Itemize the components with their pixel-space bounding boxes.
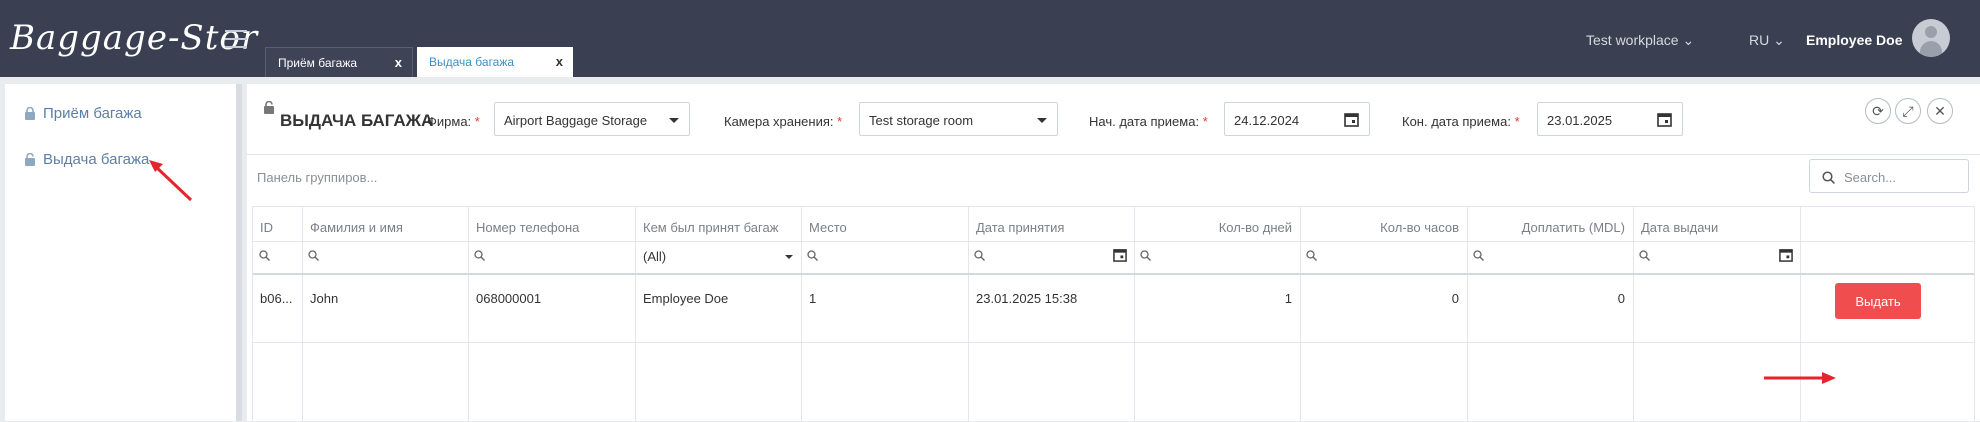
app-logo[interactable]: Baggage-Stor — [10, 18, 258, 58]
column-header-issue-date[interactable]: Дата выдачи — [1641, 220, 1718, 235]
search-icon — [1639, 250, 1650, 261]
sidebar-item-label: Приём багажа — [43, 105, 142, 122]
column-header-days[interactable]: Кол-во дней — [1142, 220, 1292, 235]
main-panel: ВЫДАЧА БАГАЖА Фирма: * Airport Baggage S… — [247, 84, 1980, 422]
search-icon — [259, 250, 270, 261]
firm-select[interactable]: Airport Baggage Storage — [494, 102, 690, 136]
annotation-arrow-icon — [1764, 372, 1836, 384]
tab-baggage-reception[interactable]: Приём багажа x — [265, 47, 413, 77]
search-icon — [807, 250, 818, 261]
issue-button[interactable]: Выдать — [1835, 283, 1921, 319]
search-icon — [974, 250, 985, 261]
firm-label: Фирма: * — [427, 114, 480, 129]
top-bar: Baggage-Stor Приём багажа x Выдача багаж… — [0, 0, 1980, 77]
user-name[interactable]: Employee Doe — [1806, 32, 1902, 48]
close-icon[interactable]: x — [556, 54, 563, 69]
tab-label: Выдача багажа — [429, 55, 515, 69]
close-icon[interactable]: x — [395, 55, 402, 70]
column-header-hours[interactable]: Кол-во часов — [1308, 220, 1459, 235]
chevron-down-icon — [785, 255, 793, 259]
calendar-icon[interactable] — [1657, 112, 1672, 127]
language-dropdown[interactable]: RU ⌄ — [1749, 32, 1785, 49]
search-icon — [1306, 250, 1317, 261]
cell-surcharge: 0 — [1617, 291, 1625, 306]
tab-label: Приём багажа — [278, 56, 358, 70]
column-header-accepted-date[interactable]: Дата принятия — [976, 220, 1064, 235]
cell-phone: 068000001 — [476, 291, 542, 306]
column-header-phone[interactable]: Номер телефона — [476, 220, 579, 235]
column-header-accepted-by[interactable]: Кем был принят багаж — [643, 220, 778, 235]
tab-baggage-issue[interactable]: Выдача багажа x — [417, 47, 573, 77]
storage-label: Камера хранения: * — [724, 114, 843, 129]
avatar[interactable] — [1912, 19, 1950, 57]
calendar-icon[interactable] — [1779, 248, 1793, 262]
sidebar-item-label: Выдача багажа — [43, 151, 150, 168]
search-icon — [308, 250, 319, 261]
sidebar-item-baggage-issue[interactable]: Выдача багажа — [25, 151, 149, 170]
search-icon — [1140, 250, 1151, 261]
sidebar: Приём багажа Выдача багажа — [5, 84, 241, 421]
start-date-field[interactable]: 24.12.2024 — [1224, 102, 1370, 136]
end-date-label: Кон. дата приема: * — [1402, 114, 1520, 129]
search-input[interactable]: Search... — [1809, 159, 1969, 193]
toolbar-divider — [247, 154, 1980, 155]
column-header-name[interactable]: Фамилия и имя — [310, 220, 403, 235]
search-icon — [1473, 250, 1484, 261]
cell-place: 1 — [809, 291, 817, 306]
cell-days: 1 — [1284, 291, 1292, 306]
cell-name: John — [310, 291, 339, 306]
group-panel[interactable]: Панель группиров... — [257, 170, 377, 185]
column-header-id[interactable]: ID — [260, 220, 273, 235]
cell-id: b06... — [260, 291, 293, 306]
data-grid: ID Фамилия и имя Номер телефона Кем был … — [252, 206, 1975, 422]
expand-button[interactable]: ⤢ — [1895, 98, 1921, 124]
storage-select[interactable]: Test storage room — [859, 102, 1058, 136]
search-icon — [1822, 171, 1835, 184]
annotation-arrow-icon — [149, 160, 193, 202]
start-date-label: Нач. дата приема: * — [1089, 114, 1208, 129]
hamburger-menu-icon[interactable] — [225, 30, 247, 48]
cell-hours: 0 — [1451, 291, 1459, 306]
sidebar-item-baggage-reception[interactable]: Приём багажа — [25, 105, 142, 124]
filter-accepted-by-select[interactable]: (All) — [643, 249, 666, 264]
calendar-icon[interactable] — [1344, 112, 1359, 127]
search-icon — [474, 250, 485, 261]
chevron-down-icon — [1037, 118, 1047, 123]
column-header-surcharge[interactable]: Доплатить (MDL) — [1475, 220, 1625, 235]
column-header-place[interactable]: Место — [809, 220, 847, 235]
cell-accepted-by: Employee Doe — [643, 291, 729, 306]
unlock-icon — [25, 152, 35, 170]
end-date-field[interactable]: 23.01.2025 — [1537, 102, 1683, 136]
lock-icon — [25, 106, 35, 124]
calendar-icon[interactable] — [1113, 248, 1127, 262]
cell-accepted-date: 23.01.2025 15:38 — [976, 291, 1078, 306]
close-panel-button[interactable]: ✕ — [1927, 98, 1953, 124]
refresh-button[interactable]: ⟳ — [1865, 98, 1891, 124]
chevron-down-icon — [669, 118, 679, 123]
page-title: ВЫДАЧА БАГАЖА — [280, 111, 434, 130]
unlock-icon — [264, 100, 274, 119]
workplace-dropdown[interactable]: Test workplace ⌄ — [1586, 32, 1694, 49]
sidebar-divider — [236, 84, 242, 421]
